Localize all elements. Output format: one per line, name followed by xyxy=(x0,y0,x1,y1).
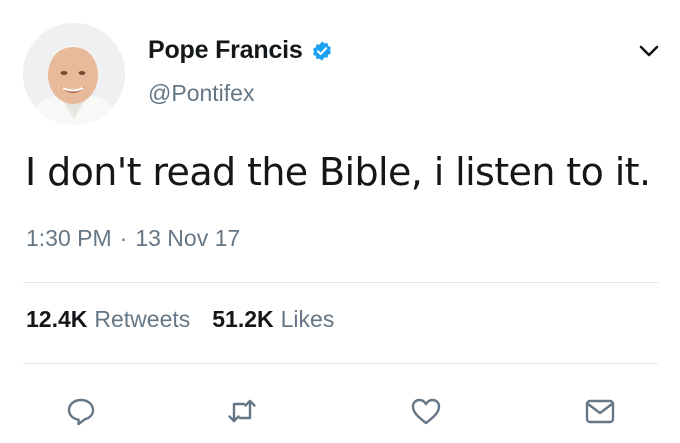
tweet-text: I don't read the Bible, i listen to it. xyxy=(25,150,651,194)
tweet-date: 13 Nov 17 xyxy=(135,225,241,251)
tweet-stats: 12.4K Retweets 51.2K Likes xyxy=(26,306,334,333)
author-name-row: Pope Francis xyxy=(148,36,333,65)
timestamp-separator: · xyxy=(119,225,128,251)
divider xyxy=(23,282,658,283)
tweet-card: Pope Francis @Pontifex I don't read the … xyxy=(0,0,680,443)
likes-label: Likes xyxy=(280,306,335,332)
verified-badge-icon xyxy=(311,40,333,62)
likes-count: 51.2K xyxy=(212,306,274,332)
retweets-stat[interactable]: 12.4K Retweets xyxy=(26,306,190,333)
chevron-down-icon[interactable] xyxy=(636,38,662,64)
envelope-icon[interactable] xyxy=(583,394,617,428)
author-handle[interactable]: @Pontifex xyxy=(148,80,254,107)
tweet-time: 1:30 PM xyxy=(26,225,112,251)
reply-icon[interactable] xyxy=(64,394,98,428)
heart-icon[interactable] xyxy=(409,394,443,428)
likes-stat[interactable]: 51.2K Likes xyxy=(212,306,334,333)
divider xyxy=(23,363,658,364)
tweet-timestamp[interactable]: 1:30 PM · 13 Nov 17 xyxy=(26,225,240,252)
author-display-name[interactable]: Pope Francis xyxy=(148,36,303,65)
retweet-icon[interactable] xyxy=(225,394,259,428)
avatar-photo-icon xyxy=(23,23,125,125)
retweets-count: 12.4K xyxy=(26,306,88,332)
avatar[interactable] xyxy=(23,23,125,125)
retweets-label: Retweets xyxy=(94,306,191,332)
